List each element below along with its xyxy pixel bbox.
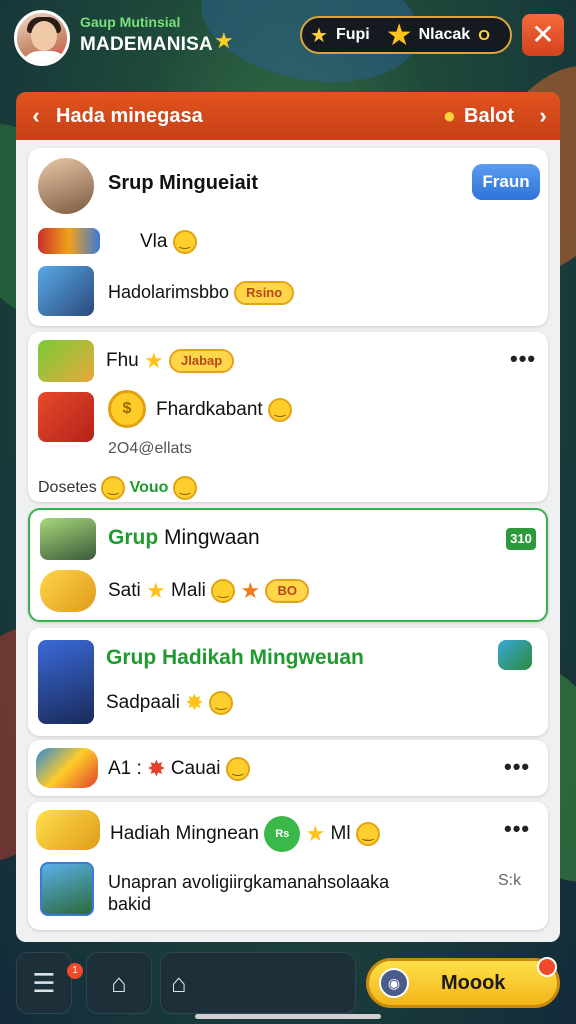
big-star-icon: ★ <box>385 18 413 52</box>
nav-inbox-button[interactable]: ☰ 1 <box>16 952 83 1014</box>
group-card-5[interactable]: A1 : ✸ Cauai ‿ ••• <box>28 740 548 796</box>
star-icon: ★ <box>146 578 166 603</box>
group-card-1[interactable]: Srup Mingueiait Fraun Vla ‿ Hadolarimsbb… <box>28 148 548 326</box>
top-bar: Gaup Mutinsial MADEMANISA ★ ★ Fupi ★ Nla… <box>0 0 576 86</box>
row-label: Sadpaali ✸ ‿ <box>106 690 233 716</box>
close-button[interactable]: ✕ <box>522 14 564 56</box>
smiley-icon: ‿ <box>355 822 380 846</box>
row-count: S:k <box>498 872 522 889</box>
group-card-2[interactable]: Fhu ★ Jlabap ••• $ Fhardkabant ‿ 2O4@ell… <box>28 332 548 502</box>
reward-pill: BO <box>265 579 309 603</box>
currency-a-label: Fupi <box>335 26 370 43</box>
profile-icon: ◉ <box>379 968 409 998</box>
more-options-icon[interactable]: ••• <box>504 754 530 780</box>
reward-icon <box>38 228 100 254</box>
panel-title: Hada minegasa <box>56 104 203 127</box>
star-icon: ★ <box>144 348 164 373</box>
green-badge-icon: Rs <box>264 816 301 852</box>
coin-stack-icon <box>40 570 96 612</box>
close-icon: ✕ <box>531 19 555 50</box>
group-title: Srup Mingueiait <box>108 172 258 194</box>
currency-b-label: Nlacak <box>418 26 471 43</box>
group-card-3[interactable]: Grup Mingwaan 310 Sati ★ Mali ‿ ★ BO <box>28 508 548 622</box>
reward-pill: Rsino <box>234 281 295 305</box>
smiley-icon: ‿ <box>208 691 233 715</box>
group-card-6[interactable]: Hadiah Mingnean Rs ★ Ml ‿ ••• Unapran av… <box>28 802 548 930</box>
coins-icon <box>36 748 98 788</box>
smiley-icon: ‿ <box>211 579 236 603</box>
home-icon: ⌂ <box>111 968 127 998</box>
coin-bag-icon: ● <box>442 103 456 128</box>
notification-badge: 1 <box>67 963 83 979</box>
group-thumb <box>38 640 94 724</box>
row-label: 2O4@ellats <box>108 440 192 457</box>
join-button[interactable]: Fraun <box>472 164 540 200</box>
main-action-label: Moook <box>441 971 506 994</box>
star-icon: ✸ <box>185 690 204 715</box>
star-icon: ✸ <box>147 756 166 781</box>
image-icon <box>498 640 532 670</box>
group-avatar <box>40 518 96 560</box>
nav-home-button[interactable]: ⌂ <box>86 952 152 1014</box>
smiley-icon: ‿ <box>267 398 292 422</box>
smiley-icon: ‿ <box>172 230 197 254</box>
currency-b-suffix: O <box>478 26 490 44</box>
gift-box-icon <box>38 392 94 442</box>
row-label: Vla ‿ <box>140 230 197 254</box>
panel-action-button[interactable]: Balot <box>464 105 514 128</box>
alert-dot <box>537 957 557 977</box>
coin-stack-icon <box>36 810 100 850</box>
row-label: Dosetes ‿ Vouo ‿ <box>38 476 197 500</box>
level-star-icon: ★ <box>214 28 234 53</box>
group-title: Grup Mingwaan <box>108 526 260 549</box>
smiley-icon: ‿ <box>101 476 126 500</box>
star-icon: ★ <box>240 578 261 603</box>
row-label: bakid <box>108 894 152 914</box>
row-label: Fhu ★ Jlabap <box>106 348 235 374</box>
join-button-label: Fraun <box>482 172 530 191</box>
main-action-button[interactable]: ◉ Moook <box>366 957 560 1008</box>
group-card-4[interactable]: Grup Hadikah Mingweuan Sadpaali ✸ ‿ <box>28 628 548 736</box>
reward-pill: Jlabap <box>169 349 235 373</box>
star-icon: ★ <box>310 24 328 47</box>
user-name: MADEMANISA <box>80 34 213 55</box>
forward-chevron-icon[interactable]: › <box>526 103 560 129</box>
dollar-coin-icon: $ <box>108 390 146 428</box>
game-thumb-icon <box>40 862 94 916</box>
inbox-icon: ☰ <box>32 968 56 998</box>
shop-icon: ⌂ <box>171 968 187 998</box>
row-label: Fhardkabant ‿ <box>156 398 292 422</box>
group-title: Grup Hadikah Mingweuan <box>106 646 364 669</box>
user-avatar[interactable] <box>14 10 70 66</box>
user-subtitle: Gaup Mutinsial <box>80 14 181 30</box>
count-badge: 310 <box>506 528 536 550</box>
more-options-icon[interactable]: ••• <box>510 346 536 372</box>
smiley-icon: ‿ <box>172 476 197 500</box>
more-options-icon[interactable]: ••• <box>504 816 530 842</box>
smiley-icon: ‿ <box>225 757 250 781</box>
currency-bar[interactable]: ★ Fupi ★ Nlacak O <box>300 16 512 54</box>
row-label: A1 : ✸ Cauai ‿ <box>108 756 250 782</box>
home-indicator[interactable] <box>195 1014 381 1019</box>
group-title: Hadiah Mingnean Rs ★ Ml ‿ <box>110 816 380 852</box>
food-plate-icon <box>38 340 94 382</box>
nav-shop-button[interactable]: ⌂ <box>160 952 356 1014</box>
game-thumb-icon <box>38 266 94 316</box>
group-avatar <box>38 158 94 214</box>
row-label: Hadolarimsbbo Rsino <box>108 281 295 305</box>
row-label: Sati ★ Mali ‿ ★ BO <box>108 578 309 604</box>
star-icon: ★ <box>305 821 326 846</box>
row-label: Unapran avoligiirgkamanahsolaaka <box>108 872 390 892</box>
panel-header: ‹ Hada minegasa ● Balot › <box>16 92 560 140</box>
back-chevron-icon[interactable]: ‹ <box>16 103 56 129</box>
